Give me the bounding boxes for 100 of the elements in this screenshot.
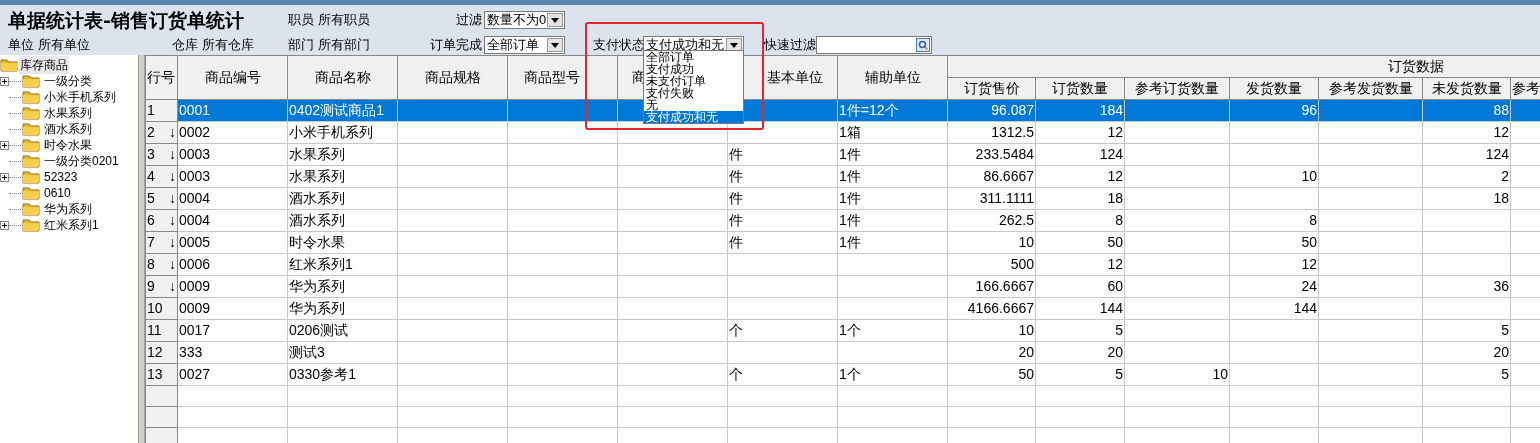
select-field[interactable]: 数量不为0 (484, 11, 565, 29)
folder-icon (0, 58, 18, 72)
table-cell: 20 (1035, 341, 1125, 364)
table-cell: 50 (1229, 231, 1319, 254)
table-row[interactable]: 11 0017 0206测试 个 1个 10 5 5 (145, 319, 1540, 342)
tree-item[interactable]: 52323 (44, 168, 78, 186)
row-number: 1 (147, 101, 155, 120)
table-row[interactable]: 6 ↓ 0004 酒水系列 件 1件 262.5 8 8 (145, 209, 1540, 232)
table-cell: 10 (947, 319, 1036, 342)
table-cell: 20 (1422, 341, 1511, 364)
filter-label: 单位 所有单位 (8, 36, 91, 55)
table-cell: 件 (727, 231, 838, 254)
table-row[interactable]: 12 333 测试3 20 20 20 (145, 341, 1540, 364)
table-cell: 311.1111 (947, 187, 1036, 210)
search-icon[interactable] (916, 38, 930, 52)
table-cell: 件 (727, 143, 838, 166)
row-number: 2 (147, 123, 155, 142)
table-row[interactable]: 3 ↓ 0003 水果系列 件 1件 233.5484 124 124 (145, 143, 1540, 166)
table-cell: 8 (1229, 209, 1319, 232)
table-cell: 1箱 (837, 121, 948, 144)
table-cell: 24 (1229, 275, 1319, 298)
table-cell: 20 (947, 341, 1036, 364)
row-marker: ↓ (169, 233, 176, 252)
column-header[interactable]: 辅助单位 (837, 55, 948, 100)
search-field[interactable] (816, 36, 932, 54)
folder-icon (22, 154, 40, 168)
tree-item[interactable]: 0610 (44, 184, 71, 202)
tree-item[interactable]: 水果系列 (44, 104, 92, 122)
table-cell: 50 (947, 363, 1036, 386)
row-marker: ↓ (169, 123, 176, 142)
row-marker: ↓ (169, 211, 176, 230)
table-cell: 0003 (177, 143, 288, 166)
tree-item[interactable]: 时令水果 (44, 136, 92, 154)
table-cell: 个 (727, 363, 838, 386)
tree-item[interactable]: 一级分类 (44, 72, 92, 90)
table-cell: 2 (1422, 165, 1511, 188)
column-header[interactable]: 行号 (145, 55, 178, 100)
table-cell: 1件 (837, 165, 948, 188)
table-cell: 96 (1229, 99, 1319, 122)
tree-item[interactable]: 华为系列 (44, 200, 92, 218)
table-cell: 时令水果 (287, 231, 398, 254)
table-cell: 件 (727, 165, 838, 188)
table-cell: 36 (1422, 275, 1511, 298)
table-cell: 红米系列1 (287, 253, 398, 276)
filter-label: 快速过滤 (764, 36, 814, 55)
table-cell: 333 (177, 341, 288, 364)
column-header[interactable]: 商品编号 (177, 55, 288, 100)
table-cell: 12 (1229, 253, 1319, 276)
folder-icon (22, 74, 40, 88)
table-cell: 0027 (177, 363, 288, 386)
table-row[interactable]: 10 0009 华为系列 4166.6667 144 144 (145, 297, 1540, 320)
select-field[interactable]: 全部订单 (484, 36, 565, 54)
table-row[interactable]: 9 ↓ 0009 华为系列 166.6667 60 24 36 (145, 275, 1540, 298)
table-cell: 144 (1229, 297, 1319, 320)
group-header: 订货数据 (1388, 58, 1444, 74)
column-header[interactable]: 商品规格 (397, 55, 508, 100)
table-cell: 10 (947, 231, 1036, 254)
table-row[interactable]: 5 ↓ 0004 酒水系列 件 1件 311.1111 18 18 (145, 187, 1540, 210)
dropdown-option[interactable]: 无 (644, 99, 743, 111)
table-cell: 0402测试商品1 (287, 99, 398, 122)
folder-icon (22, 170, 40, 184)
folder-icon (22, 202, 40, 216)
table-row[interactable]: 8 ↓ 0006 红米系列1 500 12 12 (145, 253, 1540, 276)
column-header[interactable]: 商品名称 (287, 55, 398, 100)
table-cell: 124 (1035, 143, 1125, 166)
row-marker: ↓ (169, 277, 176, 296)
folder-icon (22, 186, 40, 200)
table-cell: 12 (1035, 253, 1125, 276)
row-number: 4 (147, 167, 155, 186)
filter-label: 职员 所有职员 (288, 11, 371, 30)
column-header[interactable]: 商品型号 (507, 55, 618, 100)
table-cell: 18 (1422, 187, 1511, 210)
tree-item[interactable]: 库存商品 (19, 56, 69, 74)
table-cell: 4166.6667 (947, 297, 1036, 320)
dropdown-option[interactable]: 支付成功和无 (644, 111, 743, 123)
table-cell: 0206测试 (287, 319, 398, 342)
table-cell: 个 (727, 319, 838, 342)
table-cell: 0005 (177, 231, 288, 254)
tree-item[interactable]: 一级分类0201 (44, 152, 119, 170)
expand-icon[interactable] (0, 140, 9, 150)
tree-item[interactable]: 酒水系列 (44, 120, 92, 138)
table-cell: 华为系列 (287, 275, 398, 298)
folder-icon (22, 106, 40, 120)
table-cell: 5 (1422, 363, 1511, 386)
filter-label: 仓库 所有仓库 (172, 36, 255, 55)
table-row[interactable]: 4 ↓ 0003 水果系列 件 1件 86.6667 12 10 2 (145, 165, 1540, 188)
table-cell: 124 (1422, 143, 1511, 166)
row-number: 5 (147, 189, 155, 208)
tree-item[interactable]: 小米手机系列 (44, 88, 116, 106)
table-cell: 0330参考1 (287, 363, 398, 386)
expand-icon[interactable] (0, 220, 9, 230)
table-row[interactable]: 13 0027 0330参考1 个 1个 50 5 10 5 (145, 363, 1540, 386)
table-cell: 0002 (177, 121, 288, 144)
tree-item[interactable]: 红米系列1 (44, 216, 99, 234)
expand-icon[interactable] (0, 76, 9, 86)
filter-label: 部门 所有部门 (288, 36, 371, 55)
table-cell: 12 (1422, 121, 1511, 144)
table-row[interactable]: 7 ↓ 0005 时令水果 件 1件 10 50 50 (145, 231, 1540, 254)
expand-icon[interactable] (0, 172, 9, 182)
table-cell: 1312.5 (947, 121, 1036, 144)
